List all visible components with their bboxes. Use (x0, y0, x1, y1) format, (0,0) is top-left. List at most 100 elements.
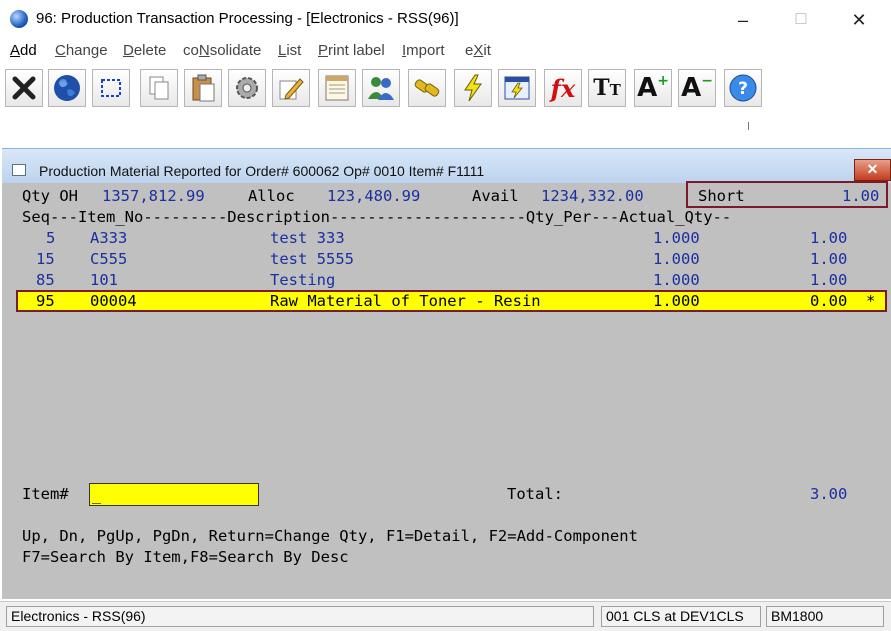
menu-add[interactable]: Add (10, 42, 37, 59)
avail-value: 1234,332.00 (541, 187, 644, 205)
function-fx-icon[interactable]: fx (544, 69, 582, 107)
globe-icon[interactable] (48, 69, 86, 107)
child-window-title: Production Material Reported for Order# … (39, 163, 485, 179)
total-label: Total: (507, 485, 563, 503)
menu-change-rest: hange (65, 42, 108, 59)
row-desc: test 333 (270, 229, 345, 247)
row-actual: 1.00 (810, 229, 848, 247)
menu-print-label[interactable]: Print label (318, 42, 385, 59)
menu-consolidate[interactable]: coNsolidate (183, 42, 261, 59)
row-flag: * (866, 292, 876, 310)
short-label: Short (698, 187, 745, 205)
menu-import[interactable]: Import (402, 42, 445, 59)
menu-print-rest: rint label (328, 42, 385, 59)
alloc-label: Alloc (248, 187, 295, 205)
toolbar: fx TT A+ A− ? (0, 66, 891, 112)
title-bar: 96: Production Transaction Processing - … (0, 0, 891, 38)
help-icon[interactable]: ? (724, 69, 762, 107)
row-qty-per: 1.000 (653, 292, 700, 310)
total-value: 3.00 (810, 485, 848, 503)
svg-text:?: ? (738, 79, 748, 99)
users-icon[interactable] (362, 69, 400, 107)
menu-print-key: P (318, 42, 329, 59)
menu-exit[interactable]: eXit (465, 42, 491, 59)
fx-glyph: fx (550, 73, 576, 103)
menu-change-key: C (55, 42, 66, 59)
font-shrink-minus: − (701, 73, 713, 89)
row-desc: test 5555 (270, 250, 354, 268)
notepad-icon[interactable] (318, 69, 356, 107)
window-icon (12, 164, 26, 176)
row-seq: 15 (36, 250, 55, 268)
row-item: C555 (90, 250, 128, 268)
menu-add-rest: dd (20, 42, 37, 59)
row-item: 101 (90, 271, 118, 289)
text-size-small-glyph: T (609, 81, 621, 99)
row-actual: 1.00 (810, 271, 848, 289)
close-x-icon[interactable] (5, 69, 43, 107)
status-program: BM1800 (766, 606, 884, 627)
row-seq: 95 (36, 292, 55, 310)
row-actual: 1.00 (810, 250, 848, 268)
row-item: 00004 (90, 292, 137, 310)
workarea-marker (748, 122, 749, 130)
row-desc: Testing (270, 271, 336, 289)
row-seq: 85 (36, 271, 55, 289)
app-globe-icon (10, 10, 28, 28)
status-session: 001 CLS at DEV1CLS (601, 606, 761, 627)
menu-delete-rest: elete (133, 42, 167, 59)
lightning-icon[interactable] (454, 69, 492, 107)
settings-gear-icon[interactable] (228, 69, 266, 107)
qty-oh-label: Qty OH (22, 187, 78, 205)
font-grow-plus: + (657, 73, 669, 89)
item-field-label: Item# (22, 485, 69, 503)
alloc-value: 123,480.99 (327, 187, 421, 205)
row-qty-per: 1.000 (653, 229, 700, 247)
row-item: A333 (90, 229, 128, 247)
text-size-icon[interactable]: TT (588, 69, 626, 107)
qty-oh-value: 1357,812.99 (102, 187, 205, 205)
help-line-1: Up, Dn, PgUp, PgDn, Return=Change Qty, F… (22, 527, 638, 545)
row-qty-per: 1.000 (653, 250, 700, 268)
minimize-button[interactable]: – (720, 6, 766, 34)
menu-import-rest: mport (406, 42, 445, 59)
maximize-button[interactable]: ☐ (778, 6, 824, 34)
menu-bar: Add Change Delete coNsolidate List Print… (0, 40, 891, 62)
menu-list[interactable]: List (278, 42, 301, 59)
short-value: 1.00 (842, 187, 880, 205)
font-grow-glyph: A+ (637, 73, 669, 103)
font-shrink-glyph: A− (681, 73, 713, 103)
child-title-bar: Production Material Reported for Order# … (2, 149, 891, 183)
copy-icon[interactable] (140, 69, 178, 107)
row-qty-per: 1.000 (653, 271, 700, 289)
table-header: Seq---Item_No---------Description-------… (22, 208, 732, 226)
row-desc: Raw Material of Toner - Resin (270, 292, 541, 310)
select-rectangle-icon[interactable] (92, 69, 130, 107)
menu-list-rest: ist (286, 42, 302, 59)
menu-consolidate-rest: solidate (209, 42, 262, 59)
menu-consolidate-key: N (198, 42, 210, 59)
item-input[interactable] (89, 483, 259, 506)
menu-exit-key: X (473, 42, 484, 59)
menu-add-key: A (10, 42, 21, 59)
calculator-window-icon[interactable] (498, 69, 536, 107)
help-line-2: F7=Search By Item,F8=Search By Desc (22, 548, 349, 566)
child-close-button[interactable]: ✕ (854, 159, 891, 181)
edit-pencil-icon[interactable] (272, 69, 310, 107)
menu-consolidate-pre: co (183, 42, 199, 59)
menu-delete[interactable]: Delete (123, 42, 166, 59)
text-size-glyph: TT (593, 75, 621, 101)
font-grow-icon[interactable]: A+ (634, 69, 672, 107)
menu-exit-rest: it (483, 42, 491, 59)
status-company: Electronics - RSS(96) (6, 606, 594, 627)
window-title: 96: Production Transaction Processing - … (36, 10, 459, 27)
link-chain-icon[interactable] (408, 69, 446, 107)
avail-label: Avail (472, 187, 519, 205)
menu-change[interactable]: Change (55, 42, 108, 59)
font-shrink-icon[interactable]: A− (678, 69, 716, 107)
row-actual: 0.00 (810, 292, 848, 310)
row-seq: 5 (46, 229, 56, 247)
close-button[interactable]: ✕ (836, 6, 882, 34)
paste-icon[interactable] (184, 69, 222, 107)
status-bar: Electronics - RSS(96) 001 CLS at DEV1CLS… (0, 601, 891, 631)
